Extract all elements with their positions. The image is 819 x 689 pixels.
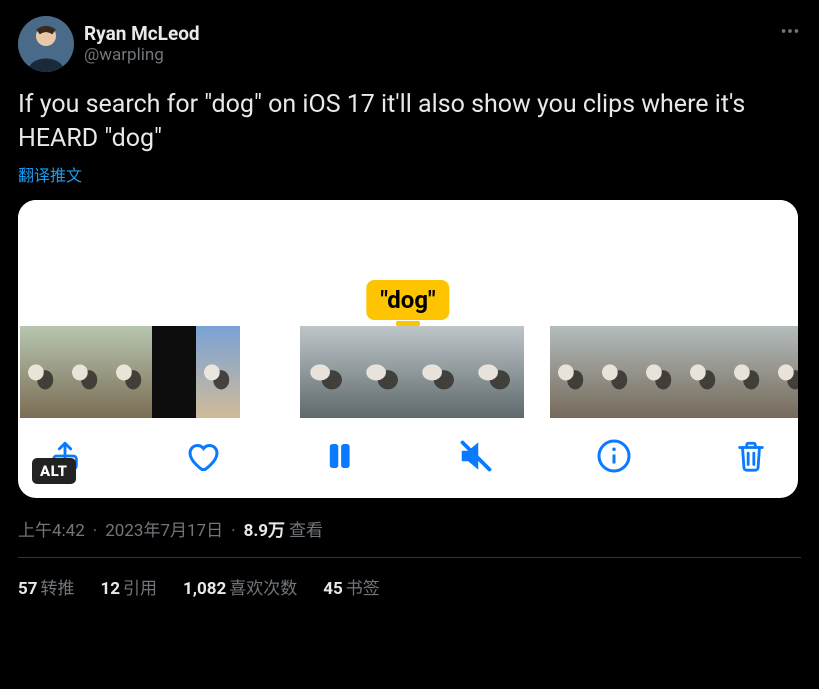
info-icon[interactable] — [596, 438, 632, 474]
quotes-stat[interactable]: 12引用 — [101, 574, 158, 599]
more-options-icon[interactable] — [779, 16, 801, 46]
alt-badge[interactable]: ALT — [32, 458, 76, 484]
clip-group[interactable] — [20, 326, 240, 418]
separator: · — [89, 521, 101, 541]
likes-stat[interactable]: 1,082喜欢次数 — [183, 574, 297, 599]
user-block[interactable]: Ryan McLeod @warpling — [18, 16, 200, 72]
bookmarks-stat[interactable]: 45书签 — [323, 574, 380, 599]
user-names: Ryan McLeod @warpling — [84, 22, 200, 67]
likes-count: 1,082 — [183, 579, 226, 599]
tweet-container: Ryan McLeod @warpling If you search for … — [0, 0, 819, 599]
clip-group[interactable] — [300, 326, 524, 418]
clip-thumbnail[interactable] — [300, 326, 356, 418]
clip-thumbnail[interactable] — [108, 326, 152, 418]
tweet-time[interactable]: 上午4:42 — [18, 516, 85, 541]
bookmarks-count: 45 — [323, 579, 343, 599]
media-toolbar — [18, 418, 798, 498]
display-name[interactable]: Ryan McLeod — [84, 22, 200, 46]
retweets-label: 转推 — [41, 579, 75, 599]
translate-link[interactable]: 翻译推文 — [18, 162, 801, 186]
tweet-stats: 57转推 12引用 1,082喜欢次数 45书签 — [18, 558, 801, 599]
separator: · — [227, 521, 239, 541]
views-label: 查看 — [289, 516, 323, 541]
avatar[interactable] — [18, 16, 74, 72]
retweets-count: 57 — [18, 579, 38, 599]
tweet-text: If you search for "dog" on iOS 17 it'll … — [18, 88, 801, 156]
media-card[interactable]: "dog" — [18, 200, 798, 498]
clip-thumbnail[interactable] — [412, 326, 468, 418]
clip-thumbnail[interactable] — [638, 326, 682, 418]
clip-thumbnail[interactable] — [196, 326, 240, 418]
likes-label: 喜欢次数 — [229, 579, 297, 599]
quotes-label: 引用 — [123, 579, 157, 599]
clip-thumbnail[interactable] — [20, 326, 64, 418]
mute-icon[interactable] — [458, 438, 494, 474]
clip-thumbnail[interactable] — [594, 326, 638, 418]
tweet-header: Ryan McLeod @warpling — [18, 16, 801, 72]
clip-thumbnail[interactable] — [770, 326, 798, 418]
user-handle[interactable]: @warpling — [84, 45, 200, 66]
search-term-chip: "dog" — [366, 280, 449, 320]
clip-thumbnail[interactable] — [64, 326, 108, 418]
trash-icon[interactable] — [734, 439, 768, 473]
clip-thumbnail[interactable] — [726, 326, 770, 418]
clip-thumbnail[interactable] — [468, 326, 524, 418]
heart-icon[interactable] — [184, 438, 220, 474]
video-timeline[interactable] — [18, 326, 798, 418]
media-preview-area: "dog" — [18, 200, 798, 326]
retweets-stat[interactable]: 57转推 — [18, 574, 75, 599]
tweet-meta: 上午4:42 · 2023年7月17日 · 8.9万 查看 — [18, 516, 801, 558]
clip-thumbnail[interactable] — [152, 326, 196, 418]
clip-thumbnail[interactable] — [356, 326, 412, 418]
quotes-count: 12 — [101, 579, 121, 599]
bookmarks-label: 书签 — [346, 579, 380, 599]
tweet-date[interactable]: 2023年7月17日 — [105, 516, 223, 541]
clip-thumbnail[interactable] — [682, 326, 726, 418]
pause-icon[interactable] — [322, 439, 356, 473]
clip-group[interactable] — [550, 326, 798, 418]
clip-thumbnail[interactable] — [550, 326, 594, 418]
views-count[interactable]: 8.9万 — [244, 516, 285, 541]
